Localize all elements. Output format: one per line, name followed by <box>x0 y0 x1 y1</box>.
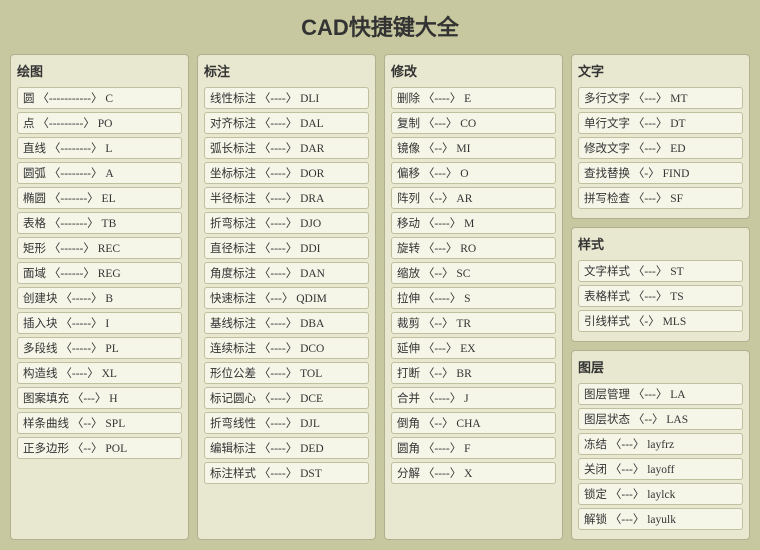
list-item: 构造线 〈----〉 XL <box>17 362 182 384</box>
section-dimension-title: 标注 <box>204 61 369 82</box>
list-item: 点 〈---------〉 PO <box>17 112 182 134</box>
list-item: 图层状态 〈--〉 LAS <box>578 408 743 430</box>
section-drawing-items: 圆 〈-----------〉 C 点 〈---------〉 PO 直线 〈---… <box>17 87 182 459</box>
list-item: 样条曲线 〈--〉 SPL <box>17 412 182 434</box>
list-item: 关闭 〈---〉 layoff <box>578 458 743 480</box>
list-item: 矩形 〈------〉 REC <box>17 237 182 259</box>
section-modify-items: 删除 〈----〉 E 复制 〈---〉 CO 镜像 〈--〉 MI 偏移 〈---〉… <box>391 87 556 484</box>
list-item: 查找替换 〈-〉 FIND <box>578 162 743 184</box>
list-item: 锁定 〈---〉 laylck <box>578 483 743 505</box>
list-item: 文字样式 〈---〉 ST <box>578 260 743 282</box>
list-item: 编辑标注 〈----〉 DED <box>204 437 369 459</box>
list-item: 表格 〈-------〉 TB <box>17 212 182 234</box>
list-item: 打断 〈--〉 BR <box>391 362 556 384</box>
list-item: 圆 〈-----------〉 C <box>17 87 182 109</box>
list-item: 标记圆心 〈----〉 DCE <box>204 387 369 409</box>
list-item: 分解 〈----〉 X <box>391 462 556 484</box>
main-grid: 绘图 圆 〈-----------〉 C 点 〈---------〉 PO 直线 〈… <box>10 54 750 540</box>
list-item: 形位公差 〈----〉 TOL <box>204 362 369 384</box>
section-dimension-items: 线性标注 〈----〉 DLI 对齐标注 〈----〉 DAL 弧长标注 〈----… <box>204 87 369 484</box>
list-item: 阵列 〈--〉 AR <box>391 187 556 209</box>
right-column: 文字 多行文字 〈---〉 MT 单行文字 〈---〉 DT 修改文字 〈---〉 … <box>571 54 750 540</box>
section-style: 样式 文字样式 〈---〉 ST 表格样式 〈---〉 TS 引线样式 〈-〉 ML… <box>571 227 750 342</box>
list-item: 表格样式 〈---〉 TS <box>578 285 743 307</box>
section-modify-title: 修改 <box>391 61 556 82</box>
list-item: 修改文字 〈---〉 ED <box>578 137 743 159</box>
list-item: 折弯标注 〈----〉 DJO <box>204 212 369 234</box>
page-title: CAD快捷键大全 <box>10 10 750 42</box>
list-item: 插入块 〈-----〉 I <box>17 312 182 334</box>
section-dimension: 标注 线性标注 〈----〉 DLI 对齐标注 〈----〉 DAL 弧长标注 〈-… <box>197 54 376 540</box>
section-drawing-title: 绘图 <box>17 61 182 82</box>
list-item: 对齐标注 〈----〉 DAL <box>204 112 369 134</box>
list-item: 线性标注 〈----〉 DLI <box>204 87 369 109</box>
list-item: 镜像 〈--〉 MI <box>391 137 556 159</box>
list-item: 裁剪 〈--〉 TR <box>391 312 556 334</box>
list-item: 复制 〈---〉 CO <box>391 112 556 134</box>
list-item: 创建块 〈-----〉 B <box>17 287 182 309</box>
list-item: 正多边形 〈--〉 POL <box>17 437 182 459</box>
list-item: 偏移 〈---〉 O <box>391 162 556 184</box>
list-item: 倒角 〈--〉 CHA <box>391 412 556 434</box>
list-item: 坐标标注 〈----〉 DOR <box>204 162 369 184</box>
list-item: 图层管理 〈---〉 LA <box>578 383 743 405</box>
section-drawing: 绘图 圆 〈-----------〉 C 点 〈---------〉 PO 直线 〈… <box>10 54 189 540</box>
section-modify: 修改 删除 〈----〉 E 复制 〈---〉 CO 镜像 〈--〉 MI 偏移 〈-… <box>384 54 563 540</box>
list-item: 快速标注 〈---〉 QDIM <box>204 287 369 309</box>
list-item: 图案填充 〈---〉 H <box>17 387 182 409</box>
list-item: 角度标注 〈----〉 DAN <box>204 262 369 284</box>
list-item: 单行文字 〈---〉 DT <box>578 112 743 134</box>
list-item: 弧长标注 〈----〉 DAR <box>204 137 369 159</box>
list-item: 圆角 〈----〉 F <box>391 437 556 459</box>
list-item: 缩放 〈--〉 SC <box>391 262 556 284</box>
list-item: 面域 〈------〉 REG <box>17 262 182 284</box>
list-item: 合并 〈----〉 J <box>391 387 556 409</box>
list-item: 解锁 〈---〉 layulk <box>578 508 743 530</box>
list-item: 冻结 〈---〉 layfrz <box>578 433 743 455</box>
list-item: 圆弧 〈--------〉 A <box>17 162 182 184</box>
list-item: 延伸 〈---〉 EX <box>391 337 556 359</box>
section-text-title: 文字 <box>578 61 743 82</box>
list-item: 连续标注 〈----〉 DCO <box>204 337 369 359</box>
section-style-title: 样式 <box>578 234 743 255</box>
section-text: 文字 多行文字 〈---〉 MT 单行文字 〈---〉 DT 修改文字 〈---〉 … <box>571 54 750 219</box>
list-item: 基线标注 〈----〉 DBA <box>204 312 369 334</box>
list-item: 直径标注 〈----〉 DDI <box>204 237 369 259</box>
list-item: 拉伸 〈----〉 S <box>391 287 556 309</box>
list-item: 椭圆 〈-------〉 EL <box>17 187 182 209</box>
list-item: 多行文字 〈---〉 MT <box>578 87 743 109</box>
list-item: 移动 〈----〉 M <box>391 212 556 234</box>
list-item: 删除 〈----〉 E <box>391 87 556 109</box>
list-item: 多段线 〈-----〉 PL <box>17 337 182 359</box>
section-layer-title: 图层 <box>578 357 743 378</box>
list-item: 半径标注 〈----〉 DRA <box>204 187 369 209</box>
list-item: 拼写检查 〈---〉 SF <box>578 187 743 209</box>
list-item: 折弯线性 〈----〉 DJL <box>204 412 369 434</box>
list-item: 引线样式 〈-〉 MLS <box>578 310 743 332</box>
list-item: 旋转 〈---〉 RO <box>391 237 556 259</box>
section-text-items: 多行文字 〈---〉 MT 单行文字 〈---〉 DT 修改文字 〈---〉 ED 查… <box>578 87 743 209</box>
list-item: 直线 〈--------〉 L <box>17 137 182 159</box>
section-layer: 图层 图层管理 〈---〉 LA 图层状态 〈--〉 LAS 冻结 〈---〉 la… <box>571 350 750 540</box>
section-style-items: 文字样式 〈---〉 ST 表格样式 〈---〉 TS 引线样式 〈-〉 MLS <box>578 260 743 332</box>
list-item: 标注样式 〈----〉 DST <box>204 462 369 484</box>
section-layer-items: 图层管理 〈---〉 LA 图层状态 〈--〉 LAS 冻结 〈---〉 layfr… <box>578 383 743 530</box>
